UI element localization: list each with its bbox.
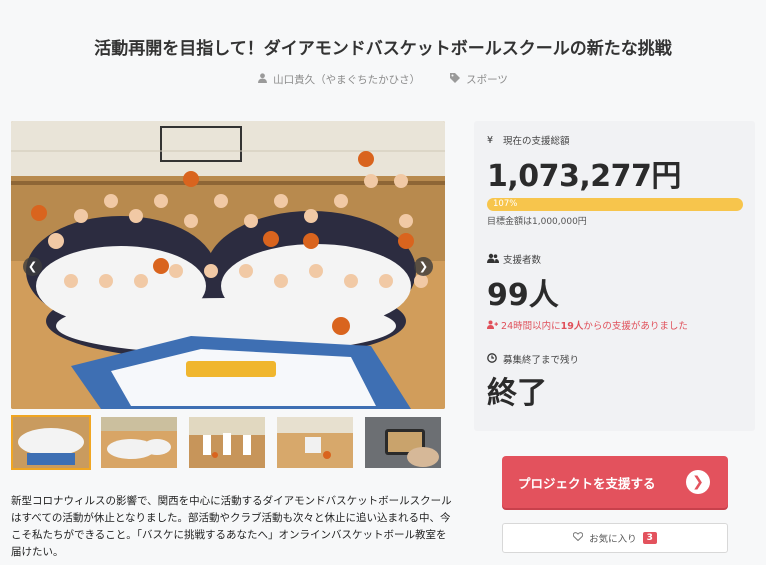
backers-label-row: 支援者数 bbox=[487, 252, 688, 266]
progress-bar: 107% bbox=[487, 198, 743, 211]
thumbnail[interactable] bbox=[99, 415, 179, 470]
thumbnail-strip bbox=[11, 415, 443, 470]
tag-icon bbox=[450, 73, 461, 86]
thumbnail[interactable] bbox=[363, 415, 443, 470]
category-link[interactable]: スポーツ bbox=[450, 72, 508, 87]
time-remaining: 終了 bbox=[487, 376, 547, 411]
amount-value: 1,073,277円 bbox=[487, 159, 681, 194]
goal-amount: 目標金額は1,000,000円 bbox=[487, 217, 587, 227]
favorite-count: 3 bbox=[642, 532, 657, 544]
thumbnail[interactable] bbox=[275, 415, 355, 470]
support-label: プロジェクトを支援する bbox=[518, 475, 656, 491]
chevron-right-icon: ❯ bbox=[686, 470, 710, 494]
project-meta: 山口貴久（やまぐちたかひさ） スポーツ bbox=[0, 72, 766, 87]
amount-label: 現在の支援総額 bbox=[503, 136, 570, 147]
stats-panel: ¥ 現在の支援総額 1,073,277円 107% 目標金額は1,000,000… bbox=[474, 121, 755, 431]
heart-icon bbox=[572, 532, 584, 544]
amount-label-row: ¥ 現在の支援総額 bbox=[487, 133, 743, 148]
time-label-row: 募集終了まで残り bbox=[487, 352, 579, 366]
main-photo bbox=[11, 121, 445, 409]
clock-icon bbox=[487, 352, 503, 366]
thumbnail[interactable] bbox=[11, 415, 91, 470]
recent-count: 19人 bbox=[560, 321, 584, 332]
project-description: 新型コロナウィルスの影響で、関西を中心に活動するダイアモンドバスケットボールスク… bbox=[11, 495, 452, 558]
recent-suffix: からの支援がありました bbox=[583, 321, 688, 332]
next-photo-arrow[interactable]: ❯ bbox=[414, 257, 433, 276]
prev-photo-arrow[interactable]: ❮ bbox=[23, 257, 42, 276]
support-project-button[interactable]: プロジェクトを支援する ❯ bbox=[502, 456, 728, 508]
yen-icon: ¥ bbox=[487, 134, 494, 146]
recent-support-text: 24時間以内に19人からの支援がありました bbox=[487, 318, 688, 332]
recent-prefix: 24時間以内に bbox=[501, 321, 561, 332]
users-icon bbox=[487, 253, 503, 266]
thumbnail[interactable] bbox=[187, 415, 267, 470]
favorite-label: お気に入り bbox=[589, 534, 637, 545]
author-name: 山口貴久（やまぐちたかひさ） bbox=[273, 74, 421, 86]
time-label: 募集終了まで残り bbox=[503, 355, 580, 366]
favorite-button[interactable]: お気に入り 3 bbox=[502, 523, 728, 553]
progress-percent: 107% bbox=[493, 199, 518, 209]
backers-label: 支援者数 bbox=[503, 255, 542, 266]
page-title: 活動再開を目指して！ダイアモンドバスケットボールスクールの新たな挑戦 bbox=[94, 39, 672, 59]
backers-value: 99人 bbox=[487, 278, 559, 313]
author-link[interactable]: 山口貴久（やまぐちたかひさ） bbox=[258, 72, 420, 87]
category-name: スポーツ bbox=[466, 74, 508, 86]
user-plus-icon bbox=[487, 320, 501, 332]
person-icon bbox=[258, 73, 268, 86]
